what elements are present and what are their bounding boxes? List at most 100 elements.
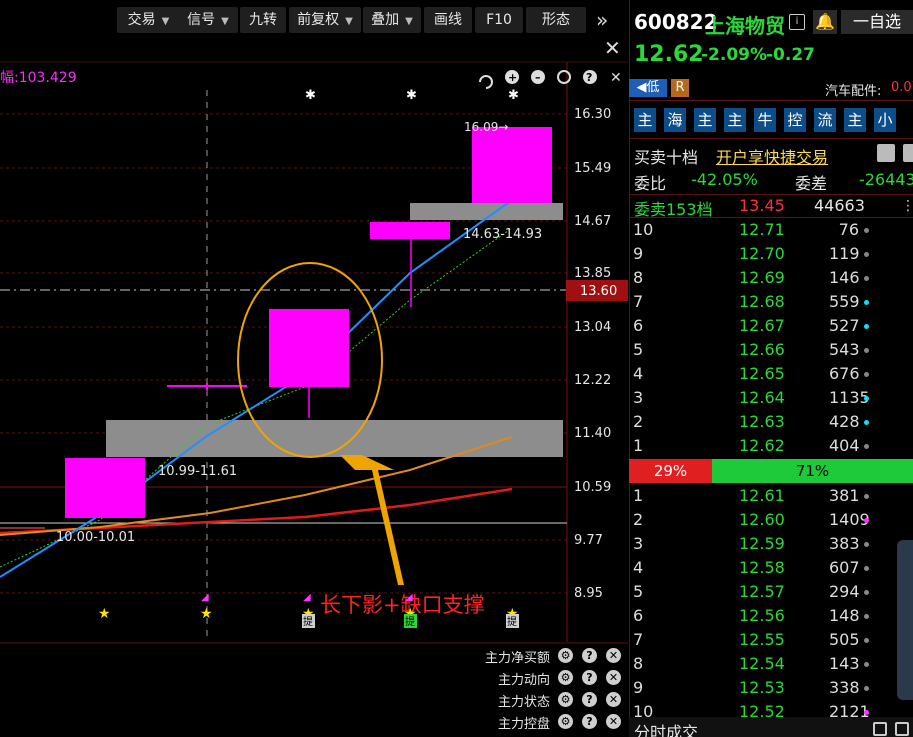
orderbook-row[interactable]: 8 12.54 143 xyxy=(629,651,913,675)
expand-icon[interactable]: ⋮ xyxy=(901,198,913,214)
close-icon[interactable]: ✕ xyxy=(606,648,621,663)
nine-turn-button[interactable]: 九转 xyxy=(240,7,286,33)
orderbook-row[interactable]: 1 12.62 404 xyxy=(629,433,913,457)
level-number: 9 xyxy=(633,244,644,263)
add-watchlist-button[interactable]: 一自选 xyxy=(841,10,913,34)
tag-badge[interactable]: 主 xyxy=(694,108,716,132)
info-icon[interactable]: i xyxy=(789,14,805,30)
volume-dot-icon xyxy=(864,566,869,571)
orderbook-row[interactable]: 3 12.64 1135 xyxy=(629,385,913,409)
grid-icon[interactable] xyxy=(903,144,913,162)
orderbook-row[interactable]: 6 12.67 527 xyxy=(629,313,913,337)
price-tick: 9.77 xyxy=(574,533,603,548)
plus-glyph: + xyxy=(508,71,517,84)
close-icon[interactable]: ✕ xyxy=(606,714,621,729)
level-number: 5 xyxy=(633,582,644,601)
close-icon[interactable]: ✕ xyxy=(606,670,621,685)
indicator-row[interactable]: 主力状态 ⚙ ? ✕ xyxy=(470,690,628,710)
table-icon[interactable] xyxy=(877,144,895,162)
f10-button[interactable]: F10 xyxy=(475,7,523,33)
event-badge-text: 提 xyxy=(405,616,415,628)
tag-badge[interactable]: 主 xyxy=(844,108,866,132)
volume-dot-icon xyxy=(864,686,869,691)
level-price: 12.69 xyxy=(739,268,785,287)
orderbook-title: 买卖十档 xyxy=(634,148,699,167)
orderbook-row[interactable]: 10 12.71 76 xyxy=(629,217,913,241)
help-icon[interactable]: ? xyxy=(582,648,597,663)
orderbook-row[interactable]: 7 12.55 505 xyxy=(629,627,913,651)
volume-dot-icon xyxy=(864,494,869,499)
tag-badge[interactable]: 主 xyxy=(724,108,746,132)
orderbook-row[interactable]: 4 12.65 676 xyxy=(629,361,913,385)
caret-down-icon: ▼ xyxy=(221,16,229,27)
trade-menu-button[interactable]: 交易 ▼ xyxy=(117,7,180,33)
svg-text:✱: ✱ xyxy=(305,88,316,103)
level-number: 8 xyxy=(633,268,644,287)
indicator-row[interactable]: 主力动向 ⚙ ? ✕ xyxy=(470,668,628,688)
tag-badge[interactable]: 主 xyxy=(634,108,656,132)
order-ratio-value: -42.05% xyxy=(691,170,758,189)
level-price: 12.59 xyxy=(739,534,785,553)
overlay-label: 叠加 xyxy=(371,12,400,28)
orderbook-row[interactable]: 1 12.61 381 xyxy=(629,483,913,507)
gear-icon[interactable]: ⚙ xyxy=(558,714,573,729)
orderbook-row[interactable]: 4 12.58 607 xyxy=(629,555,913,579)
volume-dot-icon xyxy=(864,614,869,619)
table-icon[interactable] xyxy=(873,722,887,736)
draw-line-button[interactable]: 画线 xyxy=(424,7,472,33)
gear-icon xyxy=(557,70,571,84)
level-volume: 1409 xyxy=(829,510,870,529)
tick-trades-tab[interactable]: 分时成交 xyxy=(634,719,698,737)
orderbook-row[interactable]: 5 12.66 543 xyxy=(629,337,913,361)
level-volume: 119 xyxy=(829,244,860,263)
level-number: 10 xyxy=(633,220,654,239)
tag-badge[interactable]: 控 xyxy=(784,108,806,132)
help-icon[interactable]: ? xyxy=(582,692,597,707)
indicator-row[interactable]: 主力净买额 ⚙ ? ✕ xyxy=(470,646,628,666)
level-number: 3 xyxy=(633,388,644,407)
tag-badge[interactable]: 流 xyxy=(814,108,836,132)
pattern-button[interactable]: 形态 xyxy=(526,7,586,33)
close-icon[interactable]: ✕ xyxy=(606,692,621,707)
kline-chart[interactable]: 幅:103.429 16.09→ 14.63-14.93 10.99-11.61… xyxy=(0,40,628,737)
tag-badge[interactable]: 海 xyxy=(664,108,686,132)
tag-badge[interactable]: 小 xyxy=(874,108,896,132)
signal-menu-button[interactable]: 信号 ▼ xyxy=(178,7,238,33)
close-icon[interactable]: ✕ xyxy=(610,70,622,86)
double-chevron-right-icon[interactable]: » xyxy=(596,8,608,32)
quick-trade-link[interactable]: 开户享快捷交易 xyxy=(716,144,828,168)
orderbook-row[interactable]: 9 12.70 119 xyxy=(629,241,913,265)
candle xyxy=(269,309,349,387)
volume-dot-icon xyxy=(864,276,869,281)
orderbook-row[interactable]: 8 12.69 146 xyxy=(629,265,913,289)
orderbook-row[interactable]: 6 12.56 148 xyxy=(629,603,913,627)
sell-depth-volume: 44663 xyxy=(814,196,865,215)
orderbook-row[interactable]: 2 12.63 428 xyxy=(629,409,913,433)
r-badge: R xyxy=(671,79,689,97)
floating-sidebar[interactable] xyxy=(897,540,913,700)
caret-down-icon: ▼ xyxy=(161,16,170,27)
gear-icon[interactable]: ⚙ xyxy=(558,648,573,663)
bell-icon[interactable]: 🔔 xyxy=(813,10,837,34)
tag-badge[interactable]: 牛 xyxy=(754,108,776,132)
orderbook-row[interactable]: 3 12.59 383 xyxy=(629,531,913,555)
help-icon[interactable]: ? xyxy=(582,670,597,685)
adjust-menu-button[interactable]: 前复权 ▼ xyxy=(289,7,361,33)
help-icon[interactable]: ? xyxy=(582,714,597,729)
price-tick: 13.85 xyxy=(574,266,611,281)
orderbook-row[interactable]: 5 12.57 294 xyxy=(629,579,913,603)
level-price: 12.61 xyxy=(739,486,785,505)
orderbook-row[interactable]: 7 12.68 559 xyxy=(629,289,913,313)
annotation-text: 长下影+缺口支撑 xyxy=(320,593,485,617)
indicator-row[interactable]: 主力控盘 ⚙ ? ✕ xyxy=(470,712,628,732)
gear-icon[interactable]: ⚙ xyxy=(558,670,573,685)
grid-icon[interactable] xyxy=(895,722,909,736)
orderbook-row[interactable]: 2 12.60 1409 xyxy=(629,507,913,531)
svg-text:✱: ✱ xyxy=(406,88,417,103)
level-volume: 505 xyxy=(829,630,860,649)
level-price: 12.62 xyxy=(739,436,785,455)
orderbook-row[interactable]: 9 12.53 338 xyxy=(629,675,913,699)
overlay-menu-button[interactable]: 叠加 ▼ xyxy=(363,7,421,33)
gear-icon[interactable]: ⚙ xyxy=(558,692,573,707)
price-tick: 15.49 xyxy=(574,161,611,176)
